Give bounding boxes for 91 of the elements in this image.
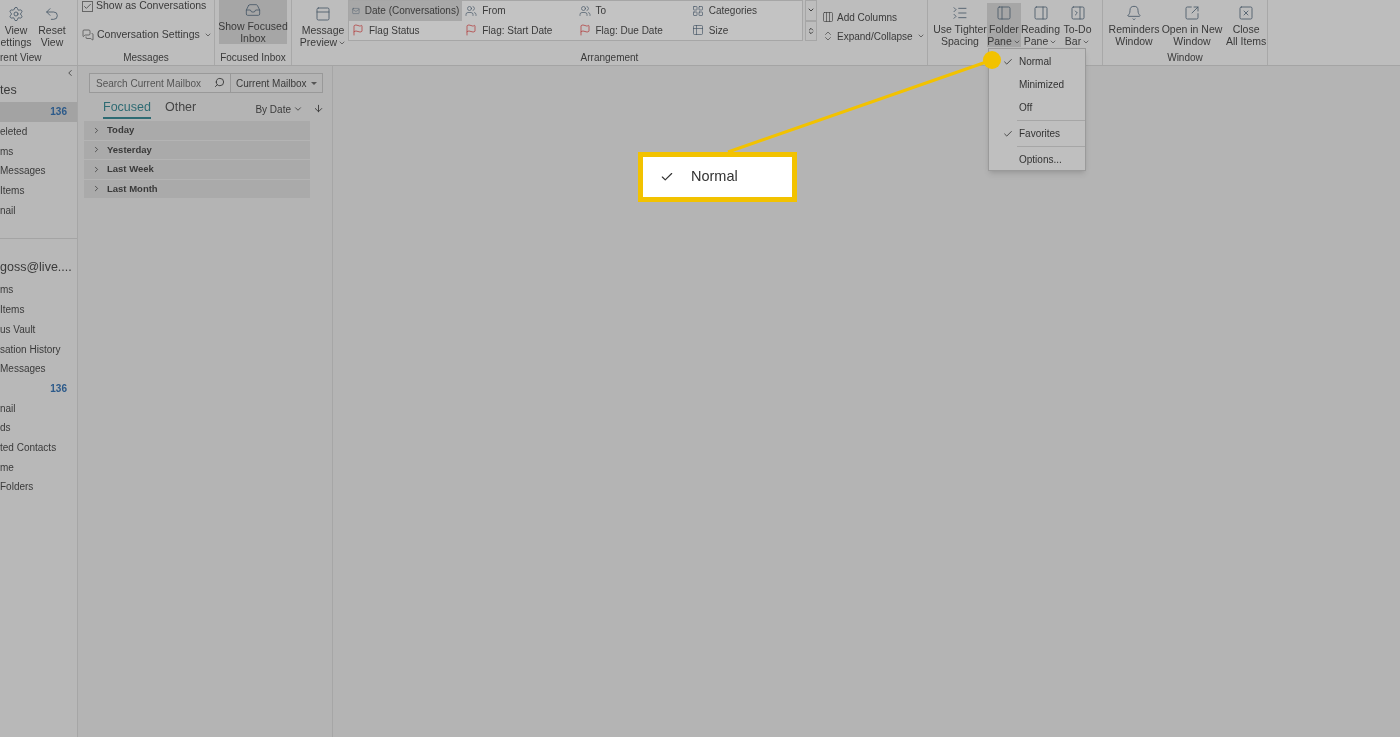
ribbon-icon (952, 5, 968, 21)
ribbon-button[interactable]: Use Tighter Spacing (933, 3, 987, 47)
ribbon-button[interactable]: View ettings (0, 4, 32, 48)
ribbon-icon (245, 2, 261, 18)
ribbon-button[interactable]: Reminders Window (1108, 3, 1160, 47)
arrangement-command[interactable]: Expand/Collapse (822, 29, 925, 43)
folder-item[interactable]: ms (0, 280, 77, 300)
ribbon-icon (1184, 5, 1200, 21)
command-icon (822, 30, 834, 42)
search-field[interactable]: Search Current Mailbox (89, 73, 231, 93)
folder-item[interactable]: Items (0, 180, 77, 201)
more-icon (807, 26, 815, 35)
scope-dropdown[interactable]: Current Mailbox (231, 73, 323, 93)
group-label: Window (1167, 50, 1203, 65)
gallery-more-button[interactable] (805, 20, 817, 41)
arrangement-option[interactable]: Flag: Due Date (575, 20, 689, 40)
arrangement-option[interactable]: Flag: Start Date (462, 20, 576, 40)
folder-item[interactable]: us Vault (0, 319, 77, 340)
arrange-icon (465, 4, 478, 17)
folder-item[interactable]: nail (0, 200, 77, 221)
arrange-icon (691, 24, 704, 37)
arrangement-option[interactable]: To (575, 1, 689, 21)
ribbon-icon (44, 6, 60, 22)
folder-section-title[interactable]: tes (0, 80, 17, 100)
arrangement-option[interactable]: Flag Status (349, 20, 463, 40)
arrangement-command[interactable]: Add Columns (822, 10, 925, 24)
caret-icon (311, 81, 317, 85)
group-label: Focused Inbox (220, 50, 286, 65)
folder-item[interactable]: Messages (0, 358, 77, 379)
menu-item[interactable]: Options... (1002, 148, 1085, 171)
search-icon (214, 77, 225, 88)
checkbox[interactable] (82, 0, 93, 12)
callout-label: Normal (691, 167, 738, 187)
checkbox-label: Show as Conversations (96, 0, 207, 14)
ribbon-button[interactable]: To-Do Bar (1060, 3, 1095, 47)
flag-icon (578, 24, 591, 37)
collapse-icon[interactable] (65, 68, 75, 78)
menu-item[interactable]: Off (1002, 96, 1085, 119)
folder-section-title[interactable]: goss@live.... (0, 258, 72, 277)
group-label: Messages (123, 50, 169, 65)
menu-item[interactable]: Normal (1002, 50, 1085, 73)
conversation-settings-button[interactable]: Conversation Settings (82, 28, 214, 42)
ribbon-button[interactable]: Close All Items (1224, 3, 1269, 47)
arrange-icon (691, 4, 704, 17)
check-icon (83, 1, 92, 11)
folder-item[interactable]: ds (0, 417, 77, 438)
folder-item[interactable]: nail (0, 398, 77, 418)
mail-tab[interactable]: Other (164, 97, 197, 119)
flag-icon (352, 24, 364, 37)
ribbon-icon (1126, 5, 1142, 21)
arrangement-option[interactable]: Size (688, 20, 802, 40)
ribbon-icon (8, 6, 24, 22)
folder-item[interactable]: sation History (0, 339, 77, 359)
folder-item[interactable]: me (0, 457, 77, 477)
ribbon-button[interactable]: Message Preview (300, 4, 346, 48)
command-icon (822, 11, 834, 23)
menu-item[interactable]: Minimized (1002, 73, 1085, 96)
ribbon-icon (1069, 5, 1086, 21)
flag-icon (465, 24, 478, 37)
folder-item[interactable]: Items (0, 299, 77, 320)
ribbon-icon (996, 5, 1012, 21)
group-label: rent View (0, 50, 42, 65)
date-group-header[interactable]: Yesterday (84, 140, 310, 160)
ribbon-icon (1238, 5, 1255, 21)
ribbon-button[interactable]: Reset View (38, 4, 66, 48)
conversation-icon (82, 29, 94, 41)
ribbon-button[interactable]: Reading Pane (1021, 3, 1060, 47)
ribbon-button[interactable]: Folder Pane (987, 3, 1021, 47)
ribbon-button[interactable]: Open in New Window (1162, 3, 1222, 47)
folder-item[interactable]: ms (0, 141, 77, 162)
menu-item[interactable]: Favorites (1002, 122, 1085, 145)
arrangement-option[interactable]: From (462, 1, 576, 21)
folder-item[interactable]: Messages (0, 161, 77, 181)
arrange-icon (578, 4, 591, 17)
ribbon-icon (1032, 5, 1049, 21)
sort-dropdown[interactable]: By Date (255, 99, 303, 119)
folder-item[interactable]: 136 (0, 378, 77, 399)
arrangement-option[interactable]: Categories (688, 1, 802, 21)
sort-direction-icon[interactable] (313, 103, 324, 114)
date-group-header[interactable]: Last Week (84, 160, 310, 180)
arrangement-option[interactable]: Date (Conversations) (349, 1, 463, 21)
date-group-header[interactable]: Today (84, 121, 310, 141)
ribbon-icon (315, 6, 331, 22)
ribbon-button[interactable]: Show Focused Inbox (219, 0, 287, 44)
folder-item[interactable]: Folders (0, 477, 77, 497)
gallery-scroll-button[interactable] (805, 0, 817, 21)
group-label: Arrangement (580, 50, 639, 65)
caret-icon (293, 104, 303, 114)
folder-item[interactable]: eleted (0, 121, 77, 142)
date-group-header[interactable]: Last Month (84, 179, 310, 199)
folder-item[interactable]: ted Contacts (0, 437, 77, 458)
